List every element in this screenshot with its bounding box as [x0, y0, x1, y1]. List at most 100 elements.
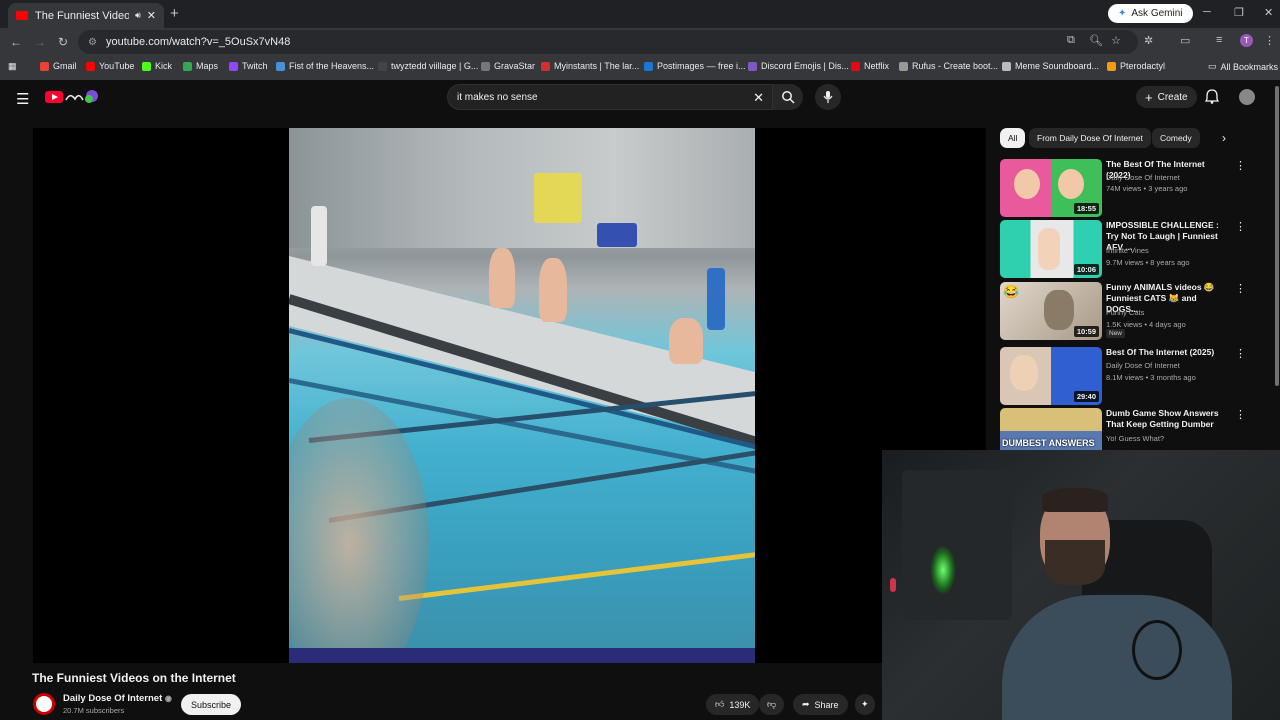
channel-name[interactable]: Daily Dose Of Internet: [1106, 173, 1180, 182]
more-actions-icon[interactable]: ⋮: [1235, 282, 1246, 295]
account-avatar[interactable]: [1239, 89, 1255, 105]
recommendation-item[interactable]: DUMBEST ANSWERS Dumb Game Show Answers T…: [1000, 408, 1270, 450]
bookmark-gravastar[interactable]: GravaStar: [481, 61, 535, 71]
bookmark-label: Myinstants | The lar...: [554, 61, 640, 71]
channel-name[interactable]: Daily Dose Of Internet: [1106, 361, 1180, 370]
bookmark-kick[interactable]: Kick: [142, 61, 172, 71]
bookmark-twitch[interactable]: Twitch: [229, 61, 268, 71]
bookmark-favicon: [748, 61, 757, 71]
bookmark-maps[interactable]: Maps: [183, 61, 218, 71]
chip-comedy[interactable]: Comedy: [1152, 128, 1200, 148]
video-thumbnail[interactable]: 18:55: [1000, 159, 1102, 217]
search-input[interactable]: it makes no sense ✕: [447, 84, 773, 110]
side-panel-icon[interactable]: ▭: [1180, 34, 1190, 47]
bookmark-label: Maps: [196, 61, 219, 71]
recommendation-item[interactable]: 29:40 Best Of The Internet (2025) Daily …: [1000, 347, 1270, 405]
bookmark-label: GravaStar: [494, 61, 536, 71]
profile-avatar[interactable]: T: [1240, 34, 1253, 47]
bookmark-favicon: [142, 61, 151, 71]
channel-name[interactable]: Daily Dose Of Internet ◉: [63, 693, 172, 704]
microphone-icon: [823, 91, 833, 103]
site-info-icon[interactable]: ⚙: [88, 37, 100, 48]
menu-kebab-icon[interactable]: ⋮: [1264, 34, 1275, 47]
apps-grid-icon[interactable]: ▦: [8, 61, 17, 72]
channel-avatar[interactable]: [33, 693, 55, 715]
bookmark-favicon: [541, 61, 550, 71]
minimize-icon[interactable]: ─: [1203, 6, 1211, 18]
bookmark-meme-soundboard[interactable]: Meme Soundboard...: [1002, 61, 1099, 71]
video-thumbnail[interactable]: 😂 10:59: [1000, 282, 1102, 340]
bookmark-myinstants[interactable]: Myinstants | The lar...: [541, 61, 639, 71]
address-bar[interactable]: ⚙ youtube.com/watch?v=_5OuSx7vN48: [78, 30, 1138, 54]
star-bookmark-icon[interactable]: ☆: [1111, 34, 1121, 47]
webcam-overlay: [882, 450, 1280, 720]
video-thumbnail[interactable]: DUMBEST ANSWERS: [1000, 408, 1102, 450]
video-frame[interactable]: [289, 128, 755, 663]
recommendation-item[interactable]: 😂 10:59 Funny ANIMALS videos 😂 Funniest …: [1000, 282, 1270, 340]
ask-gemini-button[interactable]: ✦ Ask Gemini: [1108, 4, 1193, 23]
media-controls-icon[interactable]: ≡: [1216, 34, 1222, 46]
bookmark-gmail[interactable]: Gmail: [40, 61, 77, 71]
video-thumbnail[interactable]: 10:06: [1000, 220, 1102, 278]
chip-all[interactable]: All: [1000, 128, 1026, 148]
close-tab-icon[interactable]: ✕: [147, 9, 156, 22]
browser-tab-active[interactable]: The Funniest Videos on the 🔊︎ ✕: [8, 3, 164, 28]
bookmark-label: twyztedd viillage | G...: [391, 61, 479, 71]
chevron-right-icon[interactable]: ›: [1222, 131, 1226, 145]
more-actions-icon[interactable]: ⋮: [1235, 408, 1246, 421]
chip-from-channel[interactable]: From Daily Dose Of Internet: [1029, 128, 1151, 148]
video-thumbnail[interactable]: 29:40: [1000, 347, 1102, 405]
more-actions-icon[interactable]: ⋮: [1235, 347, 1246, 360]
youtube-logo[interactable]: [45, 88, 101, 106]
bookmark-favicon: [276, 61, 285, 71]
new-tab-icon[interactable]: +: [170, 5, 179, 22]
clear-search-icon[interactable]: ✕: [753, 90, 764, 106]
share-button[interactable]: ➦ Share: [793, 694, 848, 715]
bookmark-favicon: [644, 61, 653, 71]
tab-title: The Funniest Videos on the: [35, 9, 130, 22]
zoom-icon[interactable]: 🔍︎: [1089, 34, 1103, 47]
bookmark-rufus[interactable]: Rufus - Create boot...: [899, 61, 998, 71]
create-button[interactable]: + Create: [1136, 86, 1197, 108]
speaker-icon[interactable]: 🔊︎: [135, 10, 141, 21]
channel-name[interactable]: Yo! Guess What?: [1106, 434, 1164, 443]
recommendation-item[interactable]: 10:06 IMPOSSIBLE CHALLENGE : Try Not To …: [1000, 220, 1270, 278]
channel-name[interactable]: Infinite Vines: [1106, 246, 1149, 255]
bookmark-pterodactyl[interactable]: Pterodactyl: [1107, 61, 1165, 71]
thumbnail-face: [1058, 169, 1084, 199]
all-bookmarks-folder[interactable]: ▭ All Bookmarks: [1208, 61, 1278, 72]
ask-button[interactable]: ✦: [855, 694, 875, 715]
hamburger-menu-icon[interactable]: ☰: [16, 90, 29, 108]
forward-icon[interactable]: →: [34, 35, 46, 49]
more-actions-icon[interactable]: ⋮: [1235, 159, 1246, 172]
channel-name[interactable]: Funny Cats: [1106, 308, 1144, 317]
more-actions-icon[interactable]: ⋮: [1235, 220, 1246, 233]
sparkle-icon: ✦: [861, 699, 869, 709]
dislike-button[interactable]: 👎︎: [759, 694, 785, 715]
voice-search-button[interactable]: [815, 84, 841, 110]
bookmark-postimages[interactable]: Postimages — free i...: [644, 61, 746, 71]
recommendation-item[interactable]: 18:55 The Best Of The Internet (2022) Da…: [1000, 159, 1270, 217]
bookmark-discord-emojis[interactable]: Discord Emojis | Dis...: [748, 61, 849, 71]
bookmark-fist-of-heavens[interactable]: Fist of the Heavens...: [276, 61, 374, 71]
channel-subscribers: 20.7M subscribers: [63, 706, 125, 715]
subscribe-button[interactable]: Subscribe: [181, 694, 242, 715]
video-player[interactable]: [33, 128, 986, 663]
bookmark-youtube[interactable]: YouTube: [86, 61, 134, 71]
cast-icon[interactable]: ⧉: [1067, 34, 1075, 47]
page-scrollbar[interactable]: [1275, 86, 1279, 386]
reload-icon[interactable]: ↻: [58, 35, 68, 49]
video-title-link[interactable]: Best Of The Internet (2025): [1106, 347, 1230, 358]
notifications-bell-icon[interactable]: [1205, 89, 1219, 104]
bookmark-twyztedd[interactable]: twyztedd viillage | G...: [378, 61, 478, 71]
back-icon[interactable]: ←: [10, 35, 22, 49]
bookmark-netflix[interactable]: Netflix: [851, 61, 889, 71]
thumbnail-child: [1038, 228, 1060, 270]
maximize-icon[interactable]: ❐: [1234, 6, 1244, 19]
bookmark-favicon: [40, 61, 49, 71]
video-title-link[interactable]: Dumb Game Show Answers That Keep Getting…: [1106, 408, 1230, 430]
extensions-icon[interactable]: ✲: [1144, 34, 1153, 47]
close-window-icon[interactable]: ✕: [1264, 6, 1273, 19]
search-button[interactable]: [773, 84, 803, 110]
like-button[interactable]: 👍︎ 139K: [706, 694, 760, 715]
